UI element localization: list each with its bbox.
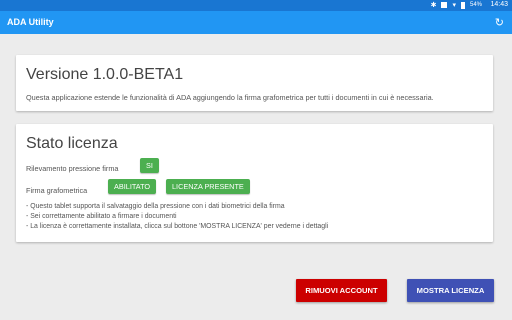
bluetooth-icon: ✱ <box>430 2 437 9</box>
license-card: Stato licenza Rilevamento pressione firm… <box>16 124 493 242</box>
wifi-icon: ▾ <box>452 2 456 9</box>
status-bar: ✱ ▾ 54% 14:43 <box>0 0 512 11</box>
note-line: - La licenza è correttamente installata,… <box>26 222 329 230</box>
app-title: ADA Utility <box>7 17 54 27</box>
battery-percent: 54% <box>469 2 482 8</box>
remove-account-button[interactable]: RIMUOVI ACCOUNT <box>296 279 387 302</box>
version-description: Questa applicazione estende le funzional… <box>26 93 434 102</box>
note-line: - Questo tablet supporta il salvataggio … <box>26 203 285 210</box>
status-icons: ✱ ▾ 54% <box>431 1 482 9</box>
pressure-label: Rilevamento pressione firma <box>26 164 119 173</box>
enabled-badge: ABILITATO <box>108 179 157 194</box>
refresh-icon[interactable]: ↻ <box>495 16 504 29</box>
battery-icon <box>460 1 465 9</box>
show-license-button[interactable]: MOSTRA LICENZA <box>407 279 494 302</box>
license-present-badge: LICENZA PRESENTE <box>166 179 250 194</box>
signature-label: Firma grafometrica <box>26 186 88 195</box>
status-time: 14:43 <box>490 1 508 8</box>
version-title: Versione 1.0.0-BETA1 <box>26 66 184 83</box>
license-title: Stato licenza <box>26 135 118 152</box>
license-notes: - Questo tablet supporta il salvataggio … <box>26 202 328 231</box>
app-bar: ADA Utility ↻ <box>0 11 512 34</box>
version-card: Versione 1.0.0-BETA1 Questa applicazione… <box>16 55 493 111</box>
note-line: - Sei correttamente abilitato a firmare … <box>26 212 177 220</box>
vibrate-icon <box>441 2 448 8</box>
pressure-badge: SI <box>140 158 159 173</box>
